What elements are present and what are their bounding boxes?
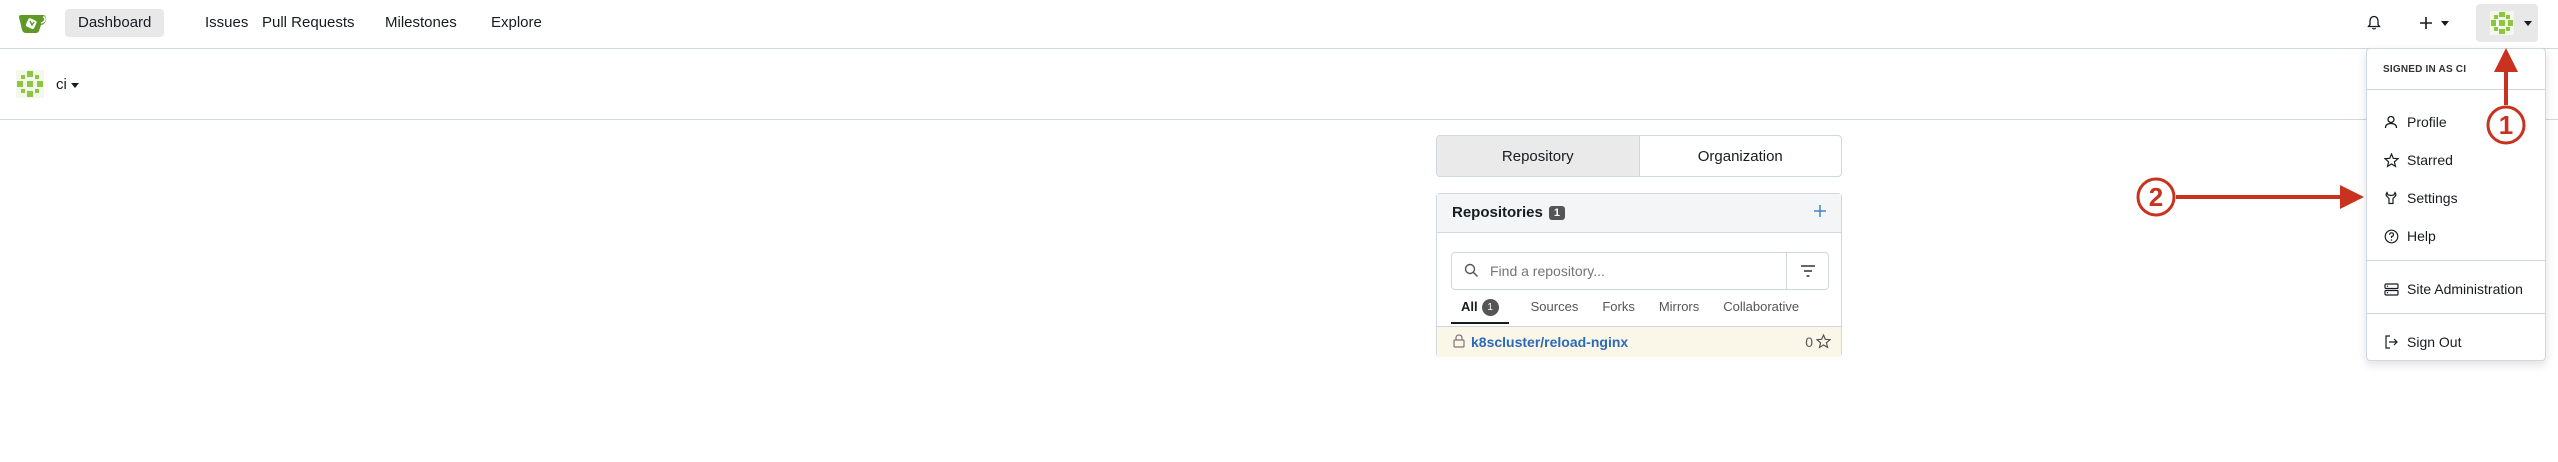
annotation-number-2: 2 bbox=[2149, 182, 2163, 212]
annotation-overlay: 1 2 bbox=[2136, 48, 2526, 217]
annotation-number-1: 1 bbox=[2499, 110, 2513, 140]
